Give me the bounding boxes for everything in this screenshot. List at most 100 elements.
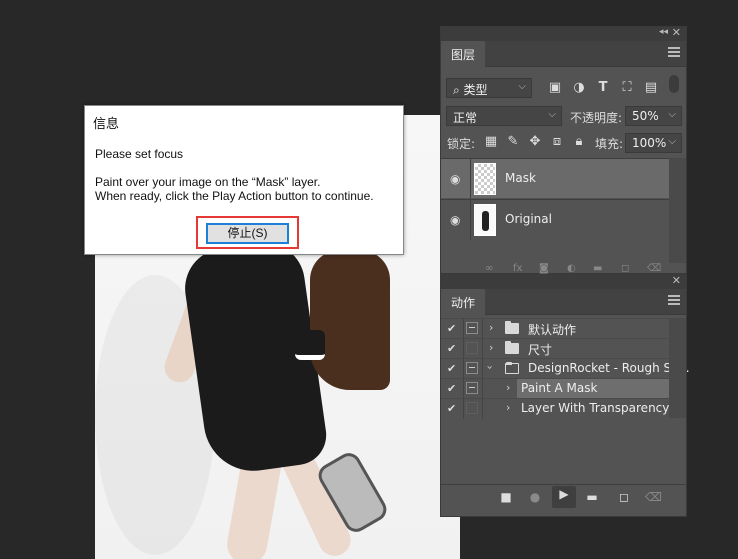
record-icon[interactable]: ● — [527, 489, 543, 505]
chevron-down-icon: ⌵ — [668, 136, 676, 147]
actions-scrollbar[interactable] — [669, 318, 686, 418]
chevron-right-icon[interactable]: › — [489, 341, 493, 354]
layers-panel: ◂◂ ✕ 图层 ⌕ 类型 ⌵ ▣ ◑ T ⛶ ▤ 正常 ⌵ 不透明度: 50% … — [440, 26, 687, 274]
blend-mode-dropdown[interactable]: 正常 ⌵ — [446, 106, 562, 126]
layers-scrollbar[interactable] — [669, 158, 686, 263]
folder-open-icon — [505, 362, 519, 374]
opacity-label: 不透明度: — [570, 111, 623, 125]
action-set-row[interactable]: ✔ › 默认动作 — [441, 318, 671, 339]
actions-toolbar: ■ ● ▶ ▬ ◻ ⌫ — [441, 484, 686, 508]
shape-filter-icon[interactable]: ⛶ — [619, 80, 635, 96]
action-set-row[interactable]: ✔ › 尺寸 — [441, 338, 671, 359]
dialog-message-line: When ready, click the Play Action button… — [95, 189, 374, 203]
lock-transparent-icon[interactable]: ▦ — [483, 134, 499, 150]
folder-icon — [505, 321, 519, 334]
dialog-toggle-icon[interactable] — [466, 322, 478, 334]
figure-hair — [310, 250, 390, 390]
action-set-name: 尺寸 — [528, 343, 553, 357]
dialog-title: 信息 — [93, 116, 120, 131]
smart-object-filter-icon[interactable]: ▤ — [643, 80, 659, 96]
dialog-message-line: Paint over your image on the “Mask” laye… — [95, 175, 321, 189]
link-icon[interactable]: ∞ — [485, 263, 493, 274]
panel-tabbar: 图层 — [441, 41, 686, 67]
action-row[interactable]: ✔ › Paint A Mask — [441, 378, 671, 399]
chevron-right-icon[interactable]: › — [506, 381, 510, 394]
action-set-row[interactable]: ✔ › DesignRocket - Rough Sk... — [441, 358, 690, 379]
chevron-down-icon: ⌵ — [668, 109, 676, 120]
lock-brush-icon[interactable]: ✎ — [505, 134, 521, 150]
eye-icon[interactable]: ◉ — [450, 213, 464, 227]
lock-all-icon[interactable]: 🔒︎ — [571, 134, 587, 150]
layer-thumbnail — [474, 163, 496, 195]
panel-menu-icon[interactable] — [668, 295, 680, 307]
panel-topbar: ✕ — [441, 274, 686, 289]
lock-position-icon[interactable]: ✥ — [527, 134, 543, 150]
filter-kind-dropdown[interactable]: ⌕ 类型 ⌵ — [446, 78, 532, 98]
layer-row-original[interactable]: ◉ Original — [441, 199, 669, 240]
fx-icon[interactable]: fx — [513, 263, 522, 274]
fill-value: 100% — [632, 136, 667, 150]
chevron-down-icon[interactable]: › — [484, 365, 497, 369]
dialog-toggle-icon[interactable] — [466, 342, 478, 354]
new-action-icon[interactable]: ◻ — [616, 489, 632, 505]
check-icon[interactable]: ✔ — [447, 322, 459, 335]
panel-menu-icon[interactable] — [668, 47, 680, 59]
layer-name: Mask — [505, 171, 536, 185]
new-layer-icon[interactable]: ◻ — [621, 263, 629, 274]
play-icon[interactable]: ▶ — [552, 486, 576, 508]
layer-thumbnail — [474, 204, 496, 236]
opacity-input[interactable]: 50% ⌵ — [625, 106, 682, 126]
group-icon[interactable]: ▬ — [593, 263, 602, 274]
layer-name: Original — [505, 212, 552, 226]
stop-button[interactable]: 停止(S) — [206, 223, 289, 244]
image-filter-icon[interactable]: ▣ — [547, 80, 563, 96]
filter-toggle[interactable] — [669, 75, 679, 93]
adjustment-icon[interactable]: ◐ — [567, 263, 576, 274]
layer-row-mask[interactable]: ◉ Mask — [441, 158, 669, 199]
chevron-down-icon: ⌵ — [518, 81, 526, 92]
tab-actions[interactable]: 动作 — [441, 289, 486, 315]
adjustment-filter-icon[interactable]: ◑ — [571, 80, 587, 96]
action-set-name: DesignRocket - Rough Sk... — [528, 361, 690, 375]
fill-input[interactable]: 100% ⌵ — [625, 133, 682, 153]
opacity-value: 50% — [632, 109, 659, 123]
dialog-toggle-icon[interactable] — [466, 382, 478, 394]
chevron-down-icon: ⌵ — [548, 109, 556, 120]
stop-icon[interactable]: ■ — [498, 489, 514, 505]
new-set-icon[interactable]: ▬ — [584, 489, 600, 505]
panel-tabbar: 动作 — [441, 289, 686, 315]
search-icon: ⌕ — [453, 83, 464, 97]
check-icon[interactable]: ✔ — [447, 342, 459, 355]
lock-label: 锁定: — [447, 137, 476, 151]
dialog-toggle-icon[interactable] — [466, 402, 478, 414]
dialog-message-line: Please set focus — [95, 147, 184, 161]
figure-sleeve — [295, 330, 325, 360]
action-set-name: 默认动作 — [528, 323, 577, 337]
fill-label: 填充: — [595, 137, 624, 151]
tab-layers[interactable]: 图层 — [441, 41, 486, 67]
chevron-right-icon[interactable]: › — [489, 321, 493, 334]
action-row[interactable]: ✔ › Layer With Transparency — [441, 398, 671, 419]
dialog-toggle-icon[interactable] — [466, 362, 478, 374]
lock-artboard-icon[interactable]: ⧈ — [549, 134, 565, 150]
panel-topbar: ◂◂ ✕ — [441, 26, 686, 41]
folder-icon — [505, 341, 519, 354]
close-icon[interactable]: ✕ — [672, 26, 681, 39]
mask-icon[interactable]: ◙ — [539, 263, 549, 274]
action-name: Paint A Mask — [521, 381, 598, 395]
trash-icon[interactable]: ⌫ — [647, 263, 661, 274]
message-dialog: 信息 Please set focus Paint over your imag… — [84, 105, 404, 255]
check-icon[interactable]: ✔ — [447, 402, 459, 415]
delete-icon[interactable]: ⌫ — [645, 489, 662, 505]
action-name: Layer With Transparency — [521, 401, 670, 415]
type-filter-icon[interactable]: T — [595, 80, 611, 96]
filter-kind-value: 类型 — [463, 83, 488, 97]
collapse-icon[interactable]: ◂◂ — [659, 27, 668, 37]
chevron-right-icon[interactable]: › — [506, 401, 510, 414]
eye-icon[interactable]: ◉ — [450, 172, 464, 186]
check-icon[interactable]: ✔ — [447, 382, 459, 395]
blend-mode-value: 正常 — [453, 111, 478, 125]
actions-panel: ✕ 动作 ✔ › 默认动作 ✔ › 尺寸 ✔ › DesignRocket - … — [440, 274, 690, 517]
close-icon[interactable]: ✕ — [672, 274, 681, 287]
check-icon[interactable]: ✔ — [447, 362, 459, 375]
